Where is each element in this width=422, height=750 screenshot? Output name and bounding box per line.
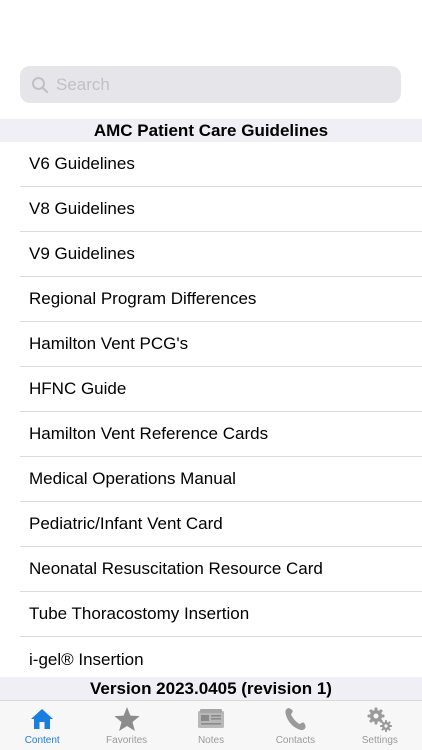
search-bar-container: [20, 66, 401, 103]
list-item[interactable]: HFNC Guide: [20, 367, 422, 412]
list-item[interactable]: Hamilton Vent PCG's: [20, 322, 422, 367]
section-header: AMC Patient Care Guidelines: [0, 119, 422, 142]
tab-label: Content: [24, 735, 60, 746]
search-icon: [30, 75, 50, 95]
tab-notes[interactable]: Notes: [169, 701, 253, 750]
tab-label: Favorites: [106, 735, 148, 746]
star-icon: [112, 705, 142, 733]
list-item[interactable]: i-gel® Insertion: [20, 637, 422, 682]
list-item[interactable]: Hamilton Vent Reference Cards: [20, 412, 422, 457]
search-input[interactable]: [56, 66, 401, 103]
tab-label: Contacts: [275, 735, 316, 746]
list-item[interactable]: V9 Guidelines: [20, 232, 422, 277]
tab-contacts[interactable]: Contacts: [253, 701, 337, 750]
gear-icon: [365, 705, 395, 733]
tab-settings[interactable]: Settings: [338, 701, 422, 750]
phone-icon: [280, 705, 310, 733]
list-item[interactable]: Regional Program Differences: [20, 277, 422, 322]
version-label: Version 2023.0405 (revision 1): [0, 677, 422, 700]
list-item[interactable]: Pediatric/Infant Vent Card: [20, 502, 422, 547]
list-item[interactable]: V6 Guidelines: [20, 142, 422, 187]
tab-favorites[interactable]: Favorites: [84, 701, 168, 750]
list-item[interactable]: Medical Operations Manual: [20, 457, 422, 502]
guidelines-list: V6 Guidelines V8 Guidelines V9 Guideline…: [0, 142, 422, 682]
list-item[interactable]: Tube Thoracostomy Insertion: [20, 592, 422, 637]
notes-icon: [196, 705, 226, 733]
tab-label: Notes: [197, 735, 225, 746]
list-item[interactable]: Neonatal Resuscitation Resource Card: [20, 547, 422, 592]
list-item[interactable]: V8 Guidelines: [20, 187, 422, 232]
tab-content[interactable]: Content: [0, 701, 84, 750]
tab-bar: Content Favorites Notes Contacts Setting…: [0, 700, 422, 750]
screen: AMC Patient Care Guidelines V6 Guideline…: [0, 0, 422, 750]
home-icon: [27, 705, 57, 733]
tab-label: Settings: [361, 735, 398, 746]
search-bar[interactable]: [20, 66, 401, 103]
